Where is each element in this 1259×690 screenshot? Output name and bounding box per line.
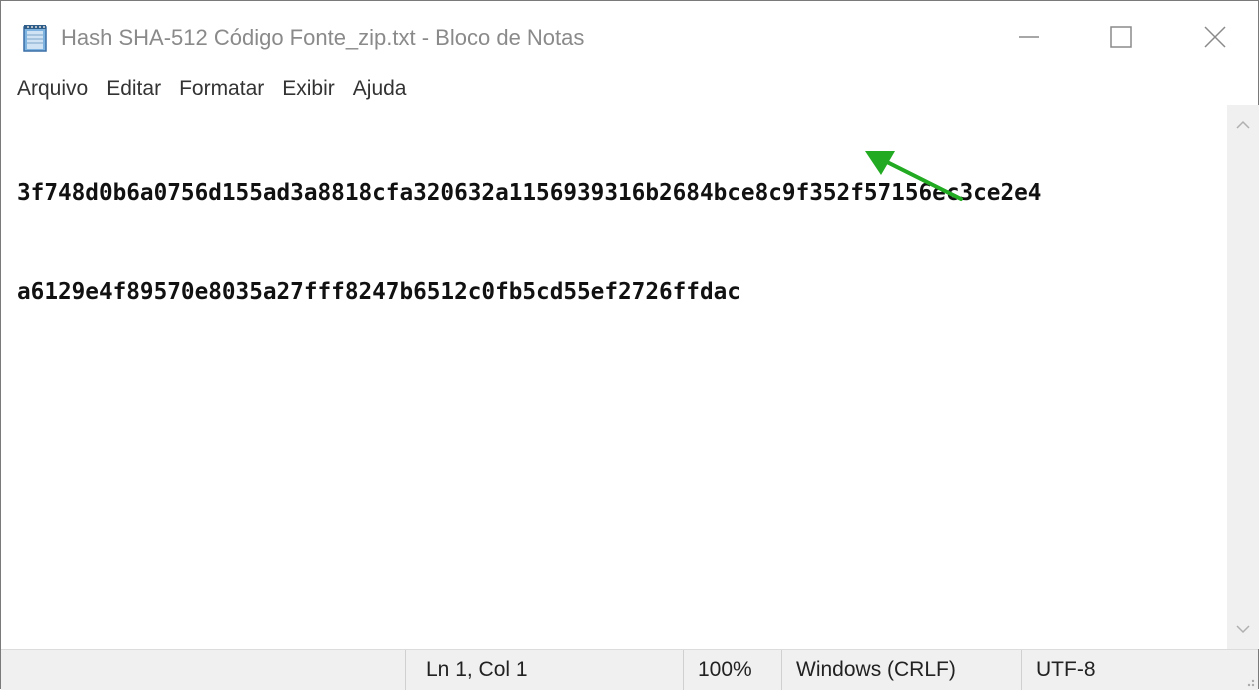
close-button[interactable]	[1167, 1, 1259, 73]
chevron-up-icon	[1236, 120, 1250, 129]
minimize-button[interactable]	[981, 1, 1077, 73]
chevron-down-icon	[1236, 625, 1250, 634]
line-ending: Windows (CRLF)	[781, 650, 1021, 690]
status-bar: Ln 1, Col 1 100% Windows (CRLF) UTF-8	[1, 649, 1258, 690]
editor-line-2: a6129e4f89570e8035a27fff8247b6512c0fb5cd…	[17, 279, 741, 305]
encoding: UTF-8	[1021, 650, 1259, 690]
green-arrow-icon	[865, 151, 963, 201]
menu-formatar[interactable]: Formatar	[167, 73, 270, 105]
vertical-scrollbar[interactable]	[1227, 105, 1259, 649]
scroll-down-button[interactable]	[1227, 613, 1259, 645]
notepad-icon	[23, 25, 47, 52]
minimize-icon	[1019, 36, 1039, 38]
zoom-level: 100%	[683, 650, 781, 690]
text-editor[interactable]: 3f748d0b6a0756d155ad3a8818cfa320632a1156…	[1, 105, 1227, 649]
maximize-icon	[1110, 26, 1132, 48]
window-title: Hash SHA-512 Código Fonte_zip.txt - Bloc…	[61, 25, 585, 50]
menu-arquivo[interactable]: Arquivo	[1, 73, 94, 105]
menu-ajuda[interactable]: Ajuda	[341, 73, 413, 105]
scroll-up-button[interactable]	[1227, 109, 1259, 141]
notepad-window: Hash SHA-512 Código Fonte_zip.txt - Bloc…	[0, 0, 1259, 690]
title-bar[interactable]: Hash SHA-512 Código Fonte_zip.txt - Bloc…	[1, 1, 1258, 73]
menu-exibir[interactable]: Exibir	[270, 73, 341, 105]
close-icon	[1204, 26, 1226, 48]
maximize-button[interactable]	[1073, 1, 1169, 73]
menu-bar: Arquivo Editar Formatar Exibir Ajuda	[1, 73, 1258, 105]
resize-grip-icon[interactable]	[1242, 674, 1256, 688]
menu-editar[interactable]: Editar	[94, 73, 167, 105]
cursor-position: Ln 1, Col 1	[405, 650, 683, 690]
